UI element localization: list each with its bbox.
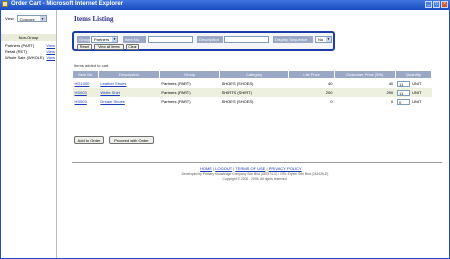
footer-link-logout[interactable]: LOGOUT: [215, 166, 232, 171]
items-table: Item No Description Group Category List …: [72, 70, 433, 106]
window-title: Order Cart - Microsoft Internet Explorer: [11, 1, 124, 7]
unit-label: UNIT: [412, 80, 422, 86]
customer-price-cell: 0: [390, 99, 394, 104]
sidebar-item-label: Retail (RET): [5, 49, 28, 54]
footer-copyright: Copyright © 2002 - 2005. All rights rese…: [222, 177, 288, 181]
proceed-with-order-button[interactable]: Proceed with Order: [109, 136, 154, 144]
customer-price-cell: 290: [334, 88, 396, 97]
unit-label: UNIT: [412, 89, 422, 95]
sidebar: View Concore Non-Group Partners (PART) V…: [1, 10, 57, 258]
unit-label: UNIT: [412, 98, 422, 104]
footer-separator: |: [266, 166, 268, 171]
close-button[interactable]: ×: [441, 1, 448, 8]
chevron-down-icon: ▼: [326, 37, 331, 42]
column-header: Category: [219, 70, 290, 79]
ie-icon: [2, 1, 8, 7]
column-header: Item No: [72, 70, 99, 79]
group-cell: Partners (PART): [159, 88, 220, 97]
customer-price-cell: 40: [388, 81, 394, 86]
status-text: Items added to cart: [74, 63, 109, 68]
sort-label: Display Sequence: [273, 36, 313, 43]
sidebar-item-partners: Partners (PART) View: [5, 43, 55, 48]
table-header-row: Item No Description Group Category List …: [72, 70, 433, 79]
footer-separator: |: [213, 166, 215, 171]
sort-select[interactable]: No ▼: [315, 36, 332, 43]
main-content: Items Listing Group Partners ▼ Item No. …: [62, 10, 448, 258]
description-link[interactable]: Dream Shoes: [100, 99, 124, 104]
quantity-input[interactable]: 11: [397, 80, 411, 87]
category-cell: SHOES (SHOES): [221, 99, 254, 104]
chevron-down-icon: ▼: [112, 37, 117, 42]
add-to-order-button[interactable]: Add to Order: [74, 136, 104, 144]
description-label: Description: [197, 36, 223, 43]
sidebar-view-link[interactable]: View: [46, 43, 55, 48]
column-header: Customer Price (5%): [333, 70, 396, 79]
search-panel: Group Partners ▼ Item No. Description Di…: [72, 31, 335, 51]
category-cell: SHIRTS (SHIRT): [219, 88, 289, 97]
page-title: Items Listing: [74, 15, 114, 23]
footer-powered-text: Developed by Primary Knowledge Company S…: [181, 172, 329, 176]
column-header: Quantity: [394, 70, 433, 79]
description-link[interactable]: Leather Shoes: [100, 81, 126, 86]
category-cell: SHOES (SHOES): [221, 81, 254, 86]
footer-link-home[interactable]: HOME: [200, 166, 212, 171]
group-select[interactable]: Partners ▼: [91, 36, 118, 43]
item-no-link[interactable]: HS003: [75, 99, 87, 104]
group-label: Group: [77, 36, 91, 43]
sidebar-item-wholesale: Whole Sale (WHOLE) View: [5, 55, 55, 60]
table-row: HS003 Dream Shoes Partners (PART) SHOES …: [73, 97, 432, 106]
sidebar-item-label: Partners (PART): [5, 43, 35, 48]
description-input[interactable]: [224, 36, 269, 43]
view-select[interactable]: Concore: [16, 15, 47, 22]
list-price-cell: 40: [328, 81, 333, 86]
list-price-cell: 200: [288, 88, 335, 97]
group-header: Non-Group: [1, 34, 56, 41]
table-row: HG1000 Leather Shoes Partners (PART) SHO…: [73, 79, 432, 89]
table-row: HS003 White Shirt Partners (PART) SHIRTS…: [72, 88, 432, 97]
sort-select-value: No: [318, 37, 324, 42]
clear-button[interactable]: Clear: [126, 44, 139, 50]
sidebar-view-link[interactable]: View: [46, 49, 55, 54]
footer-links: HOME | LOGOUT | TERMS OF USE | PRIVACY P…: [200, 166, 302, 171]
maximize-button[interactable]: □: [433, 1, 440, 8]
footer-link-terms[interactable]: TERMS OF USE: [235, 166, 265, 171]
window-titlebar: Order Cart - Microsoft Internet Explorer…: [0, 0, 450, 9]
sidebar-item-retail: Retail (RET) View: [5, 49, 55, 54]
column-header: Group: [158, 70, 221, 79]
view-all-items-button[interactable]: View all Items: [94, 44, 124, 50]
column-header: Description: [97, 70, 160, 79]
group-cell: Partners (PART): [161, 99, 191, 104]
item-no-link[interactable]: HG1000: [75, 81, 90, 86]
column-header: List Price: [288, 70, 335, 79]
item-no-label: Item No.: [123, 36, 146, 43]
item-no-link[interactable]: HS003: [75, 90, 87, 95]
reset-button[interactable]: Reset: [77, 44, 92, 50]
footer-link-privacy[interactable]: PRIVACY POLICY: [269, 166, 302, 171]
sidebar-item-label: Whole Sale (WHOLE): [5, 55, 44, 60]
footer-divider: [72, 162, 442, 163]
sidebar-view-link[interactable]: View: [46, 55, 55, 60]
minimize-button[interactable]: _: [425, 1, 432, 8]
description-link[interactable]: White Shirt: [100, 90, 120, 95]
view-label: View: [5, 16, 14, 21]
group-select-value: Partners: [94, 37, 110, 42]
item-no-input[interactable]: [148, 36, 193, 43]
quantity-input[interactable]: 0: [397, 98, 411, 105]
group-cell: Partners (PART): [161, 81, 191, 86]
quantity-input[interactable]: 11: [397, 89, 411, 96]
list-price-cell: 0: [330, 99, 333, 104]
